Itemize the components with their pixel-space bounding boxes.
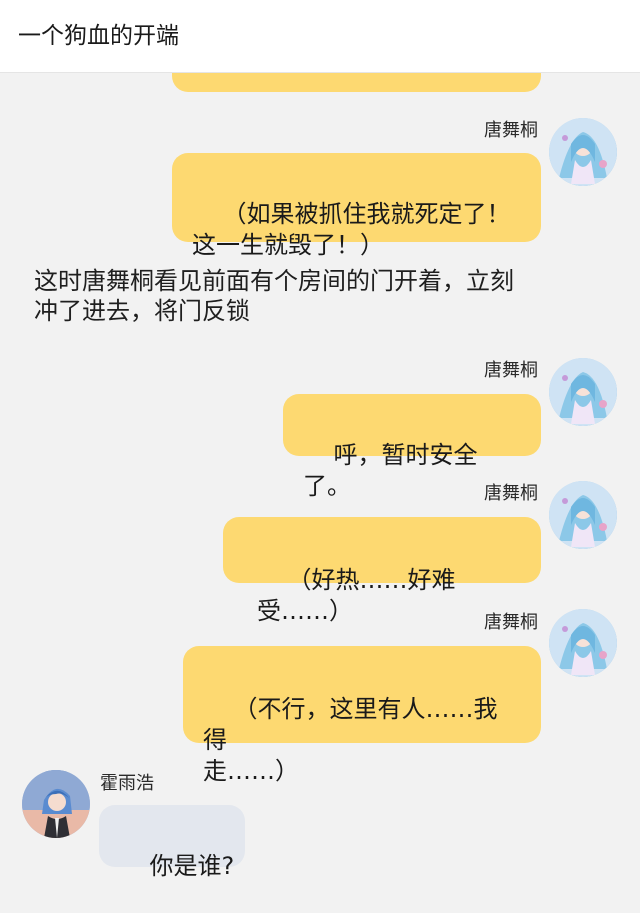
tangwutong-avatar[interactable]: [549, 609, 617, 677]
message-sender-name: 唐舞桐: [484, 360, 538, 381]
girl-avatar-image: [549, 358, 617, 426]
message-bubble[interactable]: （如果被抓住我就死定了！ 这一生就毁了！）: [172, 153, 541, 259]
chat-area[interactable]: 唐舞桐 （如果被抓住我就死定了！ 这一生就毁了！） 这时唐舞桐看见前面有个房间的…: [0, 0, 640, 885]
message-text: （如果被抓住我就死定了！ 这一生就毁了！）: [192, 200, 511, 259]
chat-header: 一个狗血的开端: [0, 0, 640, 73]
huoyuhao-avatar[interactable]: [22, 770, 90, 838]
narration-text: 这时唐舞桐看见前面有个房间的门开着，立刻 冲了进去，将门反锁: [34, 267, 514, 325]
message-text: 你是谁?: [149, 852, 235, 880]
boy-avatar-image: [22, 770, 90, 838]
chat-title: 一个狗血的开端: [18, 23, 179, 49]
message-sender-name: 唐舞桐: [484, 612, 538, 633]
message-sender-name: 霍雨浩: [100, 773, 154, 794]
message-bubble[interactable]: （好热……好难受……）: [223, 517, 541, 625]
tangwutong-avatar[interactable]: [549, 118, 617, 186]
girl-avatar-image: [549, 481, 617, 549]
girl-avatar-image: [549, 118, 617, 186]
message-text: 呼，暂时安全了。: [303, 441, 478, 500]
message-text: （不行，这里有人……我得 走……）: [203, 695, 498, 785]
message-sender-name: 唐舞桐: [484, 120, 538, 141]
tangwutong-avatar[interactable]: [549, 481, 617, 549]
message-text: （好热……好难受……）: [257, 566, 456, 625]
message-sender-name: 唐舞桐: [484, 483, 538, 504]
message-bubble[interactable]: 呼，暂时安全了。: [283, 394, 541, 500]
tangwutong-avatar[interactable]: [549, 358, 617, 426]
girl-avatar-image: [549, 609, 617, 677]
message-bubble[interactable]: （不行，这里有人……我得 走……）: [183, 646, 541, 785]
message-bubble[interactable]: 你是谁?: [99, 805, 245, 880]
